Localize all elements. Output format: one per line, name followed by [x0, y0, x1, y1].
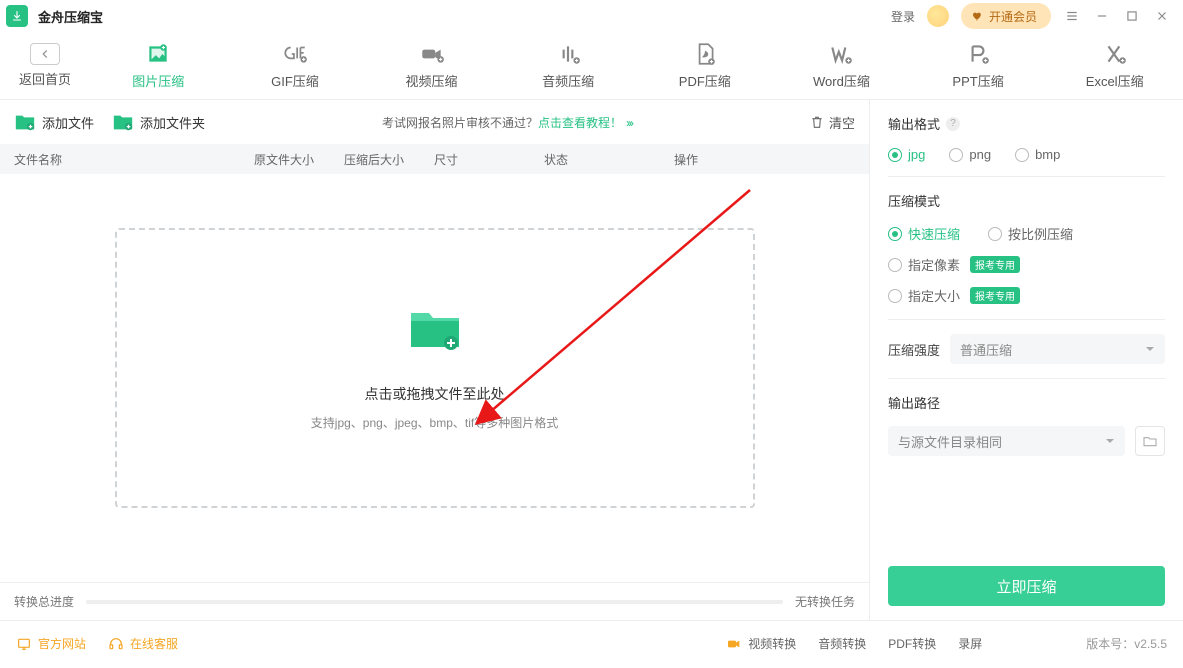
member-button-label: 开通会员	[989, 8, 1037, 25]
tab-label: 视频压缩	[406, 71, 458, 90]
compress-now-button[interactable]: 立即压缩	[888, 566, 1165, 606]
compress-mode-title: 压缩模式	[888, 191, 1165, 210]
left-panel: 添加文件 添加文件夹 考试网报名照片审核不通过？点击查看教程！ ››› 清空 文件…	[0, 100, 870, 620]
main: 添加文件 添加文件夹 考试网报名照片审核不通过？点击查看教程！ ››› 清空 文件…	[0, 100, 1183, 620]
radio-ratio[interactable]: 按比例压缩	[988, 224, 1073, 243]
col-dimension: 尺寸	[434, 151, 544, 168]
tab-ppt-compress[interactable]: PPT压缩	[910, 41, 1047, 90]
tip-prefix: 考试网报名照片审核不通过？	[382, 116, 538, 130]
tab-image-compress[interactable]: 图片压缩	[90, 41, 227, 90]
radio-size[interactable]: 指定大小报考专用	[888, 286, 1165, 305]
progress-bar	[86, 600, 783, 604]
file-list-area: 点击或拖拽文件至此处 支持jpg、png、jpeg、bmp、tif等多种图片格式	[0, 174, 869, 582]
tab-label: PDF压缩	[679, 71, 731, 90]
radio-png[interactable]: png	[949, 147, 991, 162]
dropzone-title: 点击或拖拽文件至此处	[365, 384, 505, 404]
tip-banner: 考试网报名照片审核不通过？点击查看教程！ ›››	[223, 114, 791, 131]
tab-label: 图片压缩	[132, 71, 184, 90]
back-home[interactable]: 返回首页	[0, 43, 90, 88]
browse-folder-button[interactable]	[1135, 426, 1165, 456]
titlebar: 金舟压缩宝 登录 开通会员	[0, 0, 1183, 32]
tab-video-compress[interactable]: 视频压缩	[363, 41, 500, 90]
link-pdf-convert[interactable]: PDF转换	[888, 635, 936, 652]
minimize-icon[interactable]	[1093, 9, 1111, 23]
col-aftersize: 压缩后大小	[344, 151, 434, 168]
login-link[interactable]: 登录	[891, 8, 915, 25]
output-format-title: 输出格式 ?	[888, 114, 1165, 133]
path-select[interactable]: 与源文件目录相同	[888, 426, 1125, 456]
progress-right: 无转换任务	[795, 593, 855, 610]
right-panel: 输出格式 ? jpg png bmp 压缩模式 快速压缩 按比例压缩 指定像素报…	[870, 100, 1183, 620]
add-file-button[interactable]: 添加文件	[14, 112, 94, 132]
add-file-label: 添加文件	[42, 113, 94, 132]
output-path-title: 输出路径	[888, 393, 1165, 412]
close-icon[interactable]	[1153, 9, 1171, 23]
avatar[interactable]	[927, 5, 949, 27]
col-status: 状态	[544, 151, 674, 168]
clear-button[interactable]: 清空	[809, 113, 855, 132]
radio-bmp[interactable]: bmp	[1015, 147, 1060, 162]
link-screen-record[interactable]: 录屏	[958, 635, 982, 652]
exam-badge: 报考专用	[970, 287, 1020, 304]
link-audio-convert[interactable]: 音频转换	[818, 635, 866, 652]
add-folder-label: 添加文件夹	[140, 113, 205, 132]
toolbar: 添加文件 添加文件夹 考试网报名照片审核不通过？点击查看教程！ ››› 清空	[0, 100, 869, 144]
tab-audio-compress[interactable]: 音频压缩	[500, 41, 637, 90]
add-folder-button[interactable]: 添加文件夹	[112, 112, 205, 132]
strength-label: 压缩强度	[888, 340, 940, 359]
tab-gif-compress[interactable]: GIF压缩	[227, 41, 364, 90]
col-action: 操作	[674, 151, 855, 168]
tab-word-compress[interactable]: Word压缩	[773, 41, 910, 90]
path-row: 与源文件目录相同	[888, 426, 1165, 456]
help-icon[interactable]: ?	[946, 117, 960, 131]
strength-row: 压缩强度 普通压缩	[888, 334, 1165, 364]
radio-jpg[interactable]: jpg	[888, 147, 925, 162]
progress-row: 转换总进度 无转换任务	[0, 582, 869, 620]
tab-label: Word压缩	[813, 71, 870, 90]
dropzone-subtitle: 支持jpg、png、jpeg、bmp、tif等多种图片格式	[311, 414, 558, 431]
link-video-convert[interactable]: 视频转换	[726, 635, 796, 652]
online-service-link[interactable]: 在线客服	[108, 635, 178, 652]
progress-label: 转换总进度	[14, 593, 74, 610]
table-header: 文件名称 原文件大小 压缩后大小 尺寸 状态 操作	[0, 144, 869, 174]
tab-label: Excel压缩	[1086, 71, 1144, 90]
maximize-icon[interactable]	[1123, 9, 1141, 23]
tab-label: PPT压缩	[952, 71, 1003, 90]
menu-icon[interactable]	[1063, 9, 1081, 23]
app-name: 金舟压缩宝	[38, 7, 103, 26]
version-label: 版本号：v2.5.5	[1086, 635, 1167, 652]
tab-excel-compress[interactable]: Excel压缩	[1046, 41, 1183, 90]
dropzone[interactable]: 点击或拖拽文件至此处 支持jpg、png、jpeg、bmp、tif等多种图片格式	[115, 228, 755, 508]
tip-arrows-icon: ›››	[626, 116, 632, 130]
tab-label: 音频压缩	[542, 71, 594, 90]
output-format-radios: jpg png bmp	[888, 147, 1165, 162]
tab-label: GIF压缩	[271, 71, 319, 90]
exam-badge: 报考专用	[970, 256, 1020, 273]
back-label: 返回首页	[19, 69, 71, 88]
open-member-button[interactable]: 开通会员	[961, 3, 1051, 29]
col-origsize: 原文件大小	[254, 151, 344, 168]
radio-fast[interactable]: 快速压缩	[888, 224, 960, 243]
tab-pdf-compress[interactable]: PDF压缩	[637, 41, 774, 90]
app-icon	[6, 5, 28, 27]
tip-link[interactable]: 点击查看教程！	[538, 116, 622, 130]
footer: 官方网站 在线客服 视频转换 音频转换 PDF转换 录屏 版本号：v2.5.5	[0, 620, 1183, 666]
official-site-link[interactable]: 官方网站	[16, 635, 86, 652]
compress-mode-radios: 快速压缩 按比例压缩 指定像素报考专用 指定大小报考专用	[888, 224, 1165, 305]
tabs: 返回首页 图片压缩 GIF压缩 视频压缩 音频压缩 PDF压缩 Word压缩 P…	[0, 32, 1183, 100]
col-filename: 文件名称	[14, 151, 254, 168]
radio-pixel[interactable]: 指定像素报考专用	[888, 255, 1165, 274]
clear-label: 清空	[829, 113, 855, 132]
folder-add-icon	[407, 305, 463, 356]
strength-select[interactable]: 普通压缩	[950, 334, 1165, 364]
